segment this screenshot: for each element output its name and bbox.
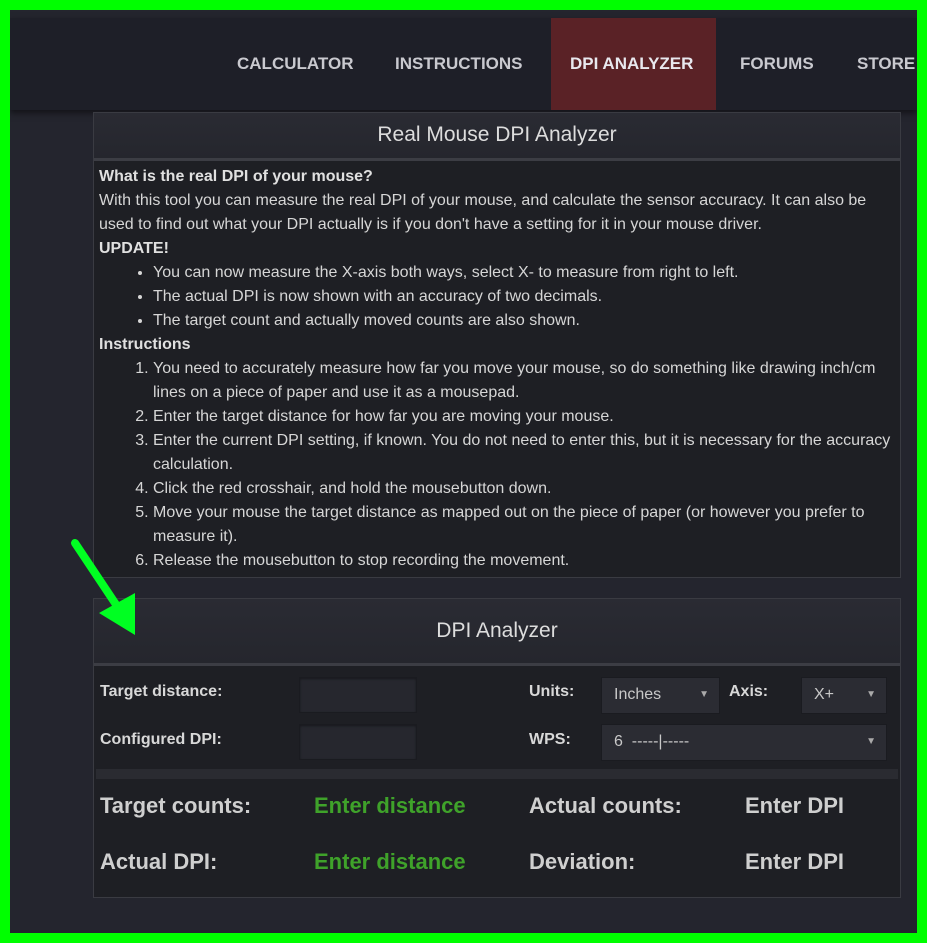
- annotation-arrow-icon: [71, 539, 135, 635]
- configured-dpi-label: Configured DPI:: [100, 731, 222, 748]
- target-counts-value: Enter distance: [314, 793, 466, 818]
- chevron-down-icon: ▼: [866, 689, 876, 700]
- update-item: The actual DPI is now shown with an accu…: [153, 285, 895, 309]
- axis-select[interactable]: X+ ▼: [801, 677, 887, 714]
- actual-counts-value: Enter DPI: [745, 793, 845, 818]
- step-item: You need to accurately measure how far y…: [153, 357, 895, 405]
- units-label: Units:: [529, 683, 575, 700]
- wps-select[interactable]: 6 -----|----- ▼: [601, 724, 887, 761]
- instructions-heading: Instructions: [99, 336, 191, 353]
- nav-instructions[interactable]: INSTRUCTIONS: [376, 18, 542, 110]
- update-item: You can now measure the X-axis both ways…: [153, 261, 895, 285]
- configured-dpi-input[interactable]: [299, 724, 417, 760]
- wps-label: WPS:: [529, 731, 571, 748]
- divider: [96, 769, 898, 779]
- chevron-down-icon: ▼: [866, 736, 876, 747]
- analyzer-title: DPI Analyzer: [94, 599, 900, 666]
- update-item: The target count and actually moved coun…: [153, 309, 895, 333]
- browser-page: CALCULATOR INSTRUCTIONS DPI ANALYZER FOR…: [10, 10, 917, 933]
- step-item: Move your mouse the target distance as m…: [153, 501, 895, 549]
- step-item: Enter the target distance for how far yo…: [153, 405, 895, 429]
- axis-label: Axis:: [729, 683, 769, 700]
- step-item: Enter the current DPI setting, if known.…: [153, 429, 895, 477]
- step-item: Click the red crosshair, and hold the mo…: [153, 477, 895, 501]
- nav-forums[interactable]: FORUMS: [721, 18, 833, 110]
- deviation-value: Enter DPI: [745, 849, 845, 874]
- actual-counts-label: Actual counts:: [529, 793, 682, 818]
- analyzer-panel: DPI Analyzer Target distance: Configured…: [93, 598, 901, 898]
- units-value: Inches: [614, 686, 662, 703]
- deviation-label: Deviation:: [529, 849, 636, 874]
- nav-calculator[interactable]: CALCULATOR: [218, 18, 372, 110]
- update-heading: UPDATE!: [99, 240, 169, 257]
- target-counts-label: Target counts:: [100, 793, 252, 818]
- target-distance-label: Target distance:: [100, 683, 223, 700]
- chevron-down-icon: ▼: [699, 689, 709, 700]
- target-distance-input[interactable]: [299, 677, 417, 713]
- info-intro: With this tool you can measure the real …: [99, 192, 867, 233]
- info-question: What is the real DPI of your mouse?: [99, 168, 373, 185]
- info-title: Real Mouse DPI Analyzer: [94, 113, 900, 161]
- nav-store[interactable]: STORE: [838, 18, 917, 110]
- top-nav: CALCULATOR INSTRUCTIONS DPI ANALYZER FOR…: [10, 18, 917, 110]
- actual-dpi-label: Actual DPI:: [100, 849, 218, 874]
- step-item: Release the mousebutton to stop recordin…: [153, 549, 895, 573]
- actual-dpi-value: Enter distance: [314, 849, 466, 874]
- units-select[interactable]: Inches ▼: [601, 677, 720, 714]
- wps-value: 6 -----|-----: [614, 733, 690, 750]
- axis-value: X+: [814, 686, 835, 703]
- info-panel: Real Mouse DPI Analyzer What is the real…: [93, 112, 901, 578]
- nav-dpi-analyzer[interactable]: DPI ANALYZER: [551, 18, 716, 110]
